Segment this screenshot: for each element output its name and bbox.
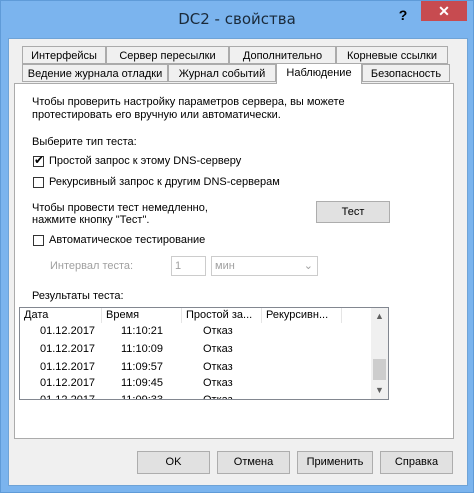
chevron-down-icon: ⌄ [303,260,313,272]
cell-time: 11:09:33 [121,394,164,400]
vertical-scrollbar[interactable]: ▲ ▼ [371,308,388,399]
intro-text-line2: протестировать его вручную или автоматич… [32,109,281,121]
cell-date: 01.12.2017 [40,394,96,400]
scroll-down-icon[interactable]: ▼ [371,382,388,399]
scroll-up-icon[interactable]: ▲ [371,308,388,325]
apply-button[interactable]: Применить [297,451,373,474]
cell-date: 01.12.2017 [40,361,96,373]
table-row[interactable]: 01.12.2017 11:10:21 Отказ [20,323,372,339]
simple-query-checkbox[interactable]: ✔ [33,153,45,167]
cancel-button[interactable]: Отмена [217,451,290,474]
table-row[interactable]: 01.12.2017 11:09:57 Отказ [20,359,372,375]
interval-unit-value: мин [215,260,235,272]
cell-date: 01.12.2017 [40,377,96,389]
cell-simple: Отказ [203,343,233,355]
test-button[interactable]: Тест [316,201,390,223]
column-header-recursive[interactable]: Рекурсивн... [262,308,342,323]
table-row[interactable]: 01.12.2017 11:09:45 Отказ [20,375,372,391]
run-now-text-line2: нажмите кнопку "Тест". [32,214,150,226]
cell-simple: Отказ [203,377,233,389]
results-label: Результаты теста: [32,290,124,302]
simple-query-label[interactable]: Простой запрос к этому DNS-серверу [49,155,241,167]
cell-time: 11:09:45 [121,377,164,389]
recursive-query-label[interactable]: Рекурсивный запрос к другим DNS-серверам [49,176,280,188]
test-type-label: Выберите тип теста: [32,136,137,148]
run-now-text-line1: Чтобы провести тест немедленно, [32,202,208,214]
column-header-time[interactable]: Время [102,308,182,323]
interval-input[interactable]: 1 [171,256,206,276]
ok-button[interactable]: OK [137,451,210,474]
cell-date: 01.12.2017 [40,325,96,337]
cell-simple: Отказ [203,394,233,400]
column-header-date[interactable]: Дата [20,308,102,323]
table-row[interactable]: 01.12.2017 11:09:33 Отказ [20,392,372,400]
intro-text-line1: Чтобы проверить настройку параметров сер… [32,96,345,108]
recursive-query-checkbox[interactable] [33,177,44,188]
scroll-thumb[interactable] [373,359,386,380]
cell-simple: Отказ [203,325,233,337]
results-list[interactable]: Дата Время Простой за... Рекурсивн... 01… [19,307,389,400]
cell-time: 11:09:57 [121,361,164,373]
interval-label: Интервал теста: [50,260,134,272]
help-button[interactable]: Справка [380,451,453,474]
cell-date: 01.12.2017 [40,343,96,355]
interval-unit-select[interactable]: мин ⌄ [211,256,318,276]
cell-simple: Отказ [203,361,233,373]
column-header-simple[interactable]: Простой за... [182,308,262,323]
table-row[interactable]: 01.12.2017 11:10:09 Отказ [20,341,372,357]
checkmark-icon: ✔ [34,153,45,167]
auto-test-label[interactable]: Автоматическое тестирование [49,234,205,246]
cell-time: 11:10:09 [121,343,164,355]
cell-time: 11:10:21 [121,325,164,337]
auto-test-checkbox[interactable] [33,235,44,246]
